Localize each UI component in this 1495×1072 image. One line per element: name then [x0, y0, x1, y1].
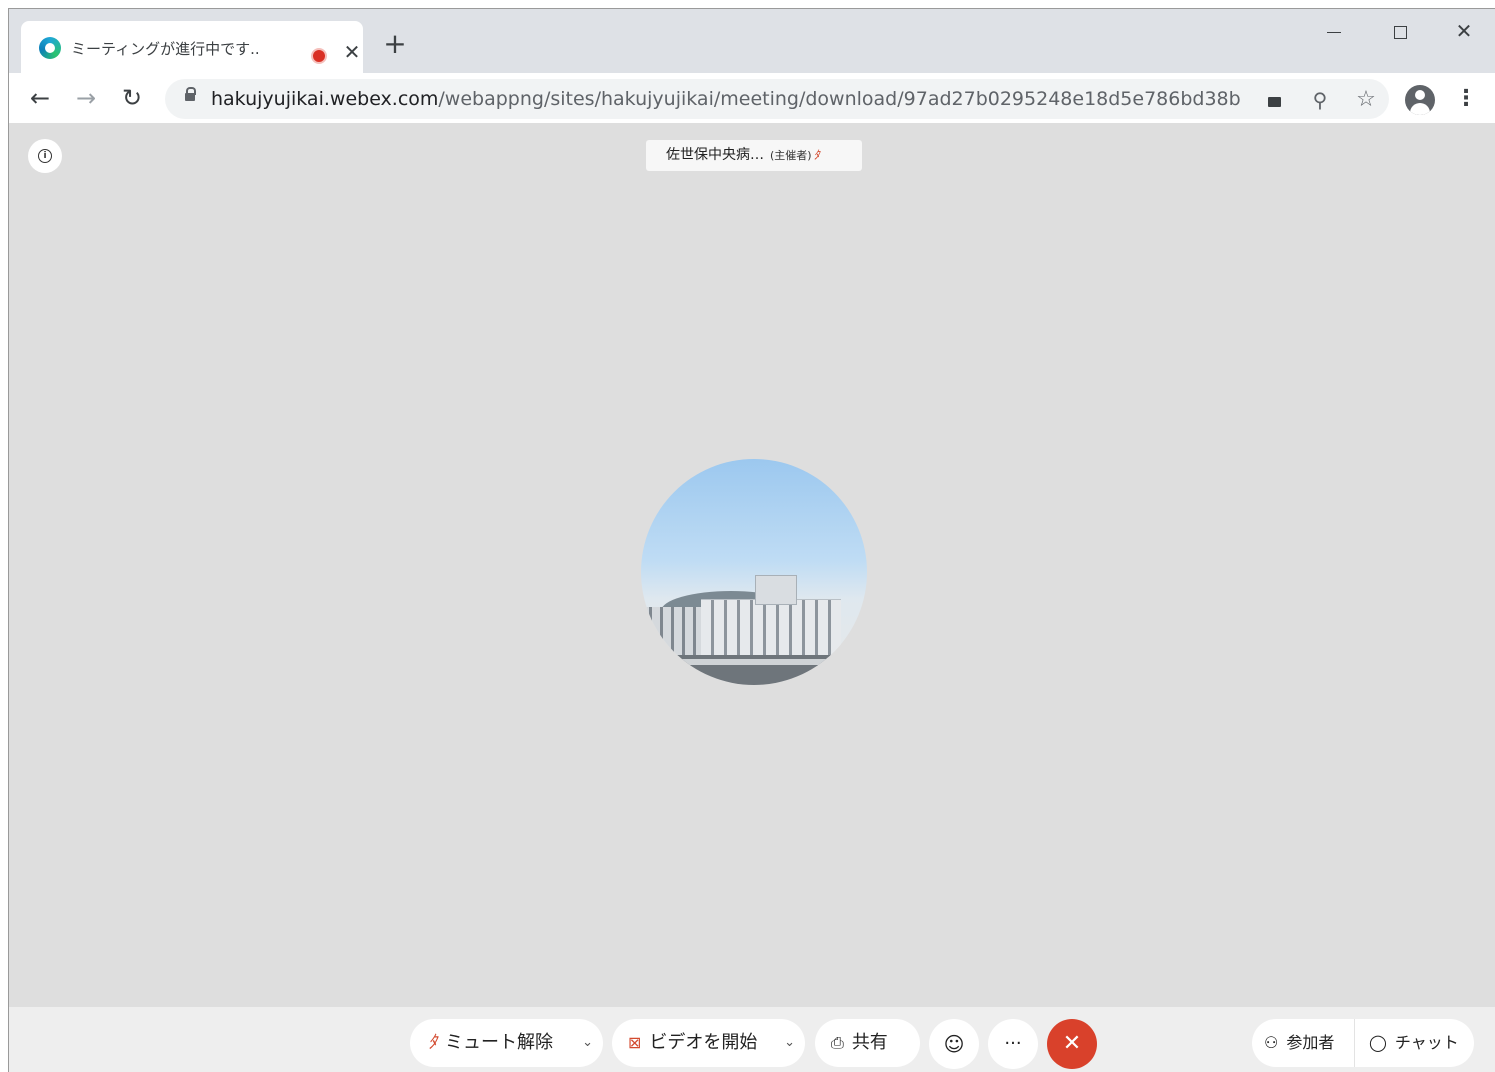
person-icon: ⚇ [1264, 1033, 1279, 1052]
forward-button[interactable]: → [69, 81, 103, 115]
mic-off-icon: ﾀ [428, 1032, 437, 1053]
leave-meeting-button[interactable]: ✕ [1047, 1019, 1097, 1069]
bookmark-star-icon[interactable]: ☆ [1353, 87, 1379, 113]
participant-name: 佐世保中央病… [666, 147, 764, 163]
profile-avatar-icon[interactable] [1405, 85, 1435, 115]
maximize-button[interactable] [1377, 17, 1423, 47]
browser-window: ミーティングが進行中です... ✕ + ✕ ← → ↻ hakujyujikai… [8, 8, 1495, 1072]
avatar-ground [641, 655, 867, 685]
url-host: hakujyujikai.webex.com [211, 88, 439, 110]
avatar-building-left [641, 607, 705, 655]
browser-menu-icon[interactable]: ⋮ [1455, 85, 1477, 115]
more-icon: ··· [1004, 1033, 1022, 1054]
unmute-label: ミュート解除 [445, 1032, 553, 1053]
close-icon: ✕ [1062, 1031, 1082, 1056]
lock-icon[interactable] [185, 87, 196, 101]
participant-avatar [641, 459, 867, 685]
chat-bubble-icon: ◯ [1369, 1033, 1387, 1052]
participants-label: 参加者 [1286, 1033, 1335, 1052]
tab-strip: ミーティングが進行中です... ✕ + ✕ [9, 9, 1495, 73]
meeting-stage: i 佐世保中央病… (主催者) ﾀ [9, 123, 1495, 1007]
meeting-control-bar: ﾀ ミュート解除 ⌄ ⊠ ビデオを開始 ⌄ ⎙ 共有 ☺ ··· ✕ ⚇ 参加者 ◯ チャ… [9, 1007, 1495, 1072]
tab-title: ミーティングが進行中です... [71, 40, 261, 58]
reactions-button[interactable]: ☺ [929, 1019, 979, 1069]
url-text[interactable]: hakujyujikai.webex.com/webappng/sites/ha… [211, 88, 1241, 110]
new-tab-button[interactable]: + [381, 30, 409, 59]
chevron-down-icon[interactable]: ⌄ [784, 1019, 795, 1067]
maximize-icon [1393, 26, 1407, 39]
more-options-button[interactable]: ··· [988, 1019, 1038, 1069]
window-close-button[interactable]: ✕ [1441, 17, 1487, 47]
back-button[interactable]: ← [23, 81, 57, 115]
reload-button[interactable]: ↻ [115, 81, 149, 115]
address-bar[interactable]: hakujyujikai.webex.com/webappng/sites/ha… [165, 79, 1389, 119]
tab-close-icon[interactable]: ✕ [341, 41, 363, 63]
participants-button[interactable]: ⚇ 参加者 [1252, 1019, 1354, 1067]
participant-name-label: 佐世保中央病… (主催者) ﾀ [646, 140, 862, 171]
url-path: /webappng/sites/hakujyujikai/meeting/dow… [438, 88, 1241, 110]
webex-favicon-icon [39, 37, 61, 59]
zoom-icon[interactable]: ⚲ [1307, 87, 1333, 113]
tab-meeting[interactable]: ミーティングが進行中です... ✕ [21, 21, 363, 73]
minimize-button[interactable] [1311, 17, 1357, 47]
unmute-button[interactable]: ﾀ ミュート解除 ⌄ [410, 1019, 603, 1067]
camera-in-use-icon[interactable] [1261, 87, 1287, 113]
chat-button[interactable]: ◯ チャット [1354, 1019, 1474, 1067]
avatar-building-tower [755, 575, 797, 605]
recording-dot-icon [311, 48, 327, 64]
mic-muted-icon: ﾀ [813, 148, 820, 162]
start-video-button[interactable]: ⊠ ビデオを開始 ⌄ [612, 1019, 805, 1067]
browser-toolbar: ← → ↻ hakujyujikai.webex.com/webappng/si… [9, 73, 1495, 123]
info-icon: i [38, 149, 52, 163]
meeting-info-button[interactable]: i [28, 139, 62, 173]
minimize-icon [1327, 32, 1341, 33]
video-off-icon: ⊠ [628, 1033, 642, 1052]
share-icon: ⎙ [831, 1033, 844, 1052]
chevron-down-icon[interactable]: ⌄ [582, 1019, 593, 1067]
share-button[interactable]: ⎙ 共有 [815, 1019, 920, 1067]
participant-role: (主催者) [770, 149, 812, 162]
smiley-icon: ☺ [943, 1032, 965, 1056]
share-label: 共有 [851, 1032, 888, 1053]
start-video-label: ビデオを開始 [649, 1032, 758, 1053]
chat-label: チャット [1394, 1033, 1459, 1052]
